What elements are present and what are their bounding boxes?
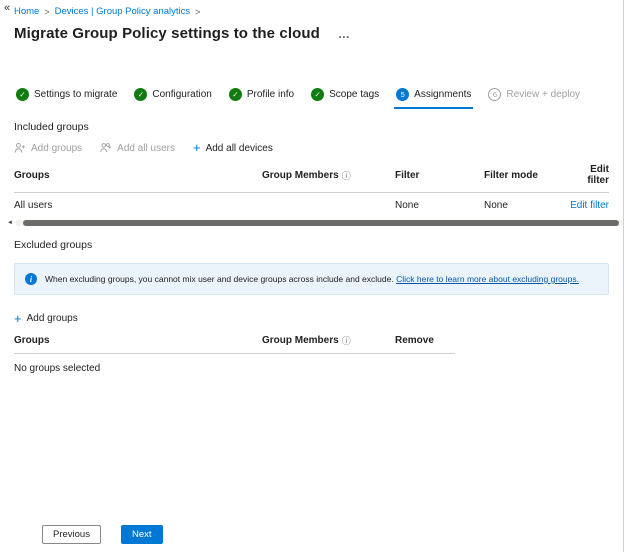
title-row: Migrate Group Policy settings to the clo… <box>14 25 609 42</box>
excluded-table-header: Groups Group Members ⓘ Remove <box>14 329 455 354</box>
step-configuration[interactable]: ✓ Configuration <box>132 88 213 109</box>
col-remove: Remove <box>395 335 455 346</box>
next-button[interactable]: Next <box>121 525 163 544</box>
group-members-cell <box>262 200 395 211</box>
add-groups-button: Add groups <box>14 142 82 154</box>
info-banner: i When excluding groups, you cannot mix … <box>14 263 609 295</box>
col-edit-filter: Edit filter <box>570 164 609 186</box>
included-groups-table: Groups Group Members ⓘ Filter Filter mod… <box>14 159 609 227</box>
check-icon: ✓ <box>311 88 324 101</box>
more-options-icon[interactable]: … <box>338 30 350 38</box>
step-label: Configuration <box>152 89 211 100</box>
add-user-icon <box>14 142 26 154</box>
step-scope-tags[interactable]: ✓ Scope tags <box>309 88 381 109</box>
info-badge-icon: i <box>25 273 37 285</box>
group-name-cell: All users <box>14 200 262 211</box>
col-group-members: Group Members ⓘ <box>262 169 395 182</box>
breadcrumb-link-group-policy-analytics[interactable]: Devices | Group Policy analytics <box>55 6 191 17</box>
add-groups-label: Add groups <box>27 313 78 324</box>
step-label: Scope tags <box>329 89 379 100</box>
breadcrumb-link-home[interactable]: Home <box>14 6 39 17</box>
add-all-users-button: Add all users <box>100 142 175 154</box>
col-filter: Filter <box>395 170 484 181</box>
portal-window: « Home > Devices | Group Policy analytic… <box>0 0 624 552</box>
info-icon[interactable]: ⓘ <box>342 169 351 182</box>
breadcrumb-separator: > <box>44 7 49 17</box>
col-groups: Groups <box>14 335 262 346</box>
step-number-badge: 6 <box>488 88 501 101</box>
collapse-pane-icon[interactable]: « <box>4 2 10 14</box>
check-icon: ✓ <box>134 88 147 101</box>
check-icon: ✓ <box>16 88 29 101</box>
main-content: Home > Devices | Group Policy analytics … <box>0 0 623 552</box>
step-label: Profile info <box>247 89 294 100</box>
learn-more-link[interactable]: Click here to learn more about excluding… <box>396 274 579 284</box>
excluded-groups-heading: Excluded groups <box>14 239 609 251</box>
col-group-members: Group Members ⓘ <box>262 334 395 347</box>
step-profile-info[interactable]: ✓ Profile info <box>227 88 296 109</box>
info-icon[interactable]: ⓘ <box>342 334 351 347</box>
wizard-footer: Previous Next <box>14 525 609 552</box>
col-filter-mode: Filter mode <box>484 170 570 181</box>
table-row: All users None None Edit filter <box>14 193 609 217</box>
previous-button[interactable]: Previous <box>42 525 101 544</box>
step-settings-to-migrate[interactable]: ✓ Settings to migrate <box>14 88 119 109</box>
scroll-left-arrow-icon[interactable]: ◄ <box>7 220 15 226</box>
included-groups-toolbar: Add groups Add all users + Add all devic… <box>14 142 609 154</box>
plus-icon: + <box>14 314 22 324</box>
scrollbar-thumb[interactable] <box>23 220 619 226</box>
add-groups-button-excluded[interactable]: + Add groups <box>14 313 609 324</box>
check-icon: ✓ <box>229 88 242 101</box>
filter-mode-cell: None <box>484 200 570 211</box>
add-users-icon <box>100 142 112 154</box>
breadcrumb-separator: > <box>195 7 200 17</box>
step-label: Assignments <box>414 89 471 100</box>
excluded-groups-table: Groups Group Members ⓘ Remove No groups … <box>14 329 455 383</box>
filter-cell: None <box>395 200 484 211</box>
breadcrumb: Home > Devices | Group Policy analytics … <box>14 6 609 17</box>
col-groups: Groups <box>14 170 262 181</box>
add-all-devices-button[interactable]: + Add all devices <box>193 143 273 154</box>
add-all-users-label: Add all users <box>117 143 175 154</box>
step-label: Review + deploy <box>506 89 580 100</box>
page-title: Migrate Group Policy settings to the clo… <box>14 25 320 42</box>
scrollbar-track[interactable] <box>15 220 623 226</box>
step-assignments[interactable]: 5 Assignments <box>394 88 473 109</box>
plus-icon: + <box>193 143 201 153</box>
step-review-deploy: 6 Review + deploy <box>486 88 582 109</box>
wizard-steps: ✓ Settings to migrate ✓ Configuration ✓ … <box>14 88 609 109</box>
add-groups-label: Add groups <box>31 143 82 154</box>
empty-state-text: No groups selected <box>14 354 455 383</box>
included-groups-heading: Included groups <box>14 121 609 133</box>
edit-filter-link[interactable]: Edit filter <box>570 200 609 211</box>
included-table-header: Groups Group Members ⓘ Filter Filter mod… <box>14 159 609 193</box>
step-number-badge: 5 <box>396 88 409 101</box>
horizontal-scrollbar[interactable]: ◄ <box>7 218 609 227</box>
info-banner-text: When excluding groups, you cannot mix us… <box>45 274 579 284</box>
add-all-devices-label: Add all devices <box>206 143 273 154</box>
step-label: Settings to migrate <box>34 89 117 100</box>
